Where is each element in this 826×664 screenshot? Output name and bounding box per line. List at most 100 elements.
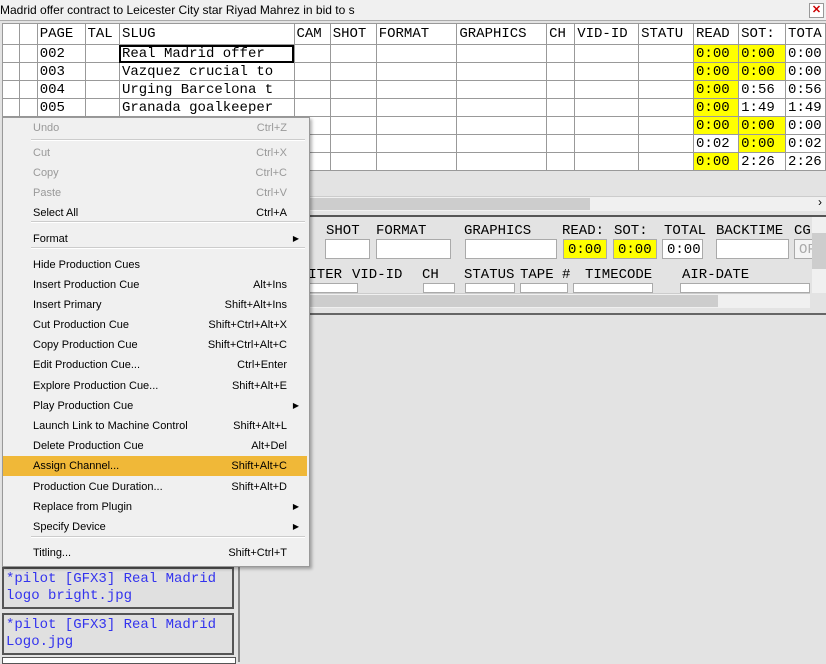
production-cue[interactable]: *pilot [GFX3] Real Madrid logo bright.jp…: [2, 567, 234, 609]
empty-cell[interactable]: [329, 44, 377, 63]
menu-item-launch-link-to-machine-control[interactable]: Launch Link to Machine Control Shift+Alt+…: [3, 416, 307, 436]
column-header[interactable]: READ: [693, 23, 740, 45]
empty-cell[interactable]: [638, 152, 695, 171]
empty-cell[interactable]: [546, 44, 576, 63]
page-cell[interactable]: 005: [36, 98, 86, 117]
read-cell[interactable]: 0:00: [693, 152, 740, 171]
column-header[interactable]: SHOT: [329, 23, 377, 45]
empty-cell[interactable]: [456, 62, 548, 81]
empty-cell[interactable]: [456, 116, 548, 135]
form-field[interactable]: [465, 239, 557, 259]
column-header[interactable]: GRAPHICS: [456, 23, 548, 45]
empty-cell[interactable]: [546, 62, 576, 81]
total-cell[interactable]: 0:00: [785, 116, 826, 135]
empty-cell[interactable]: [456, 98, 548, 117]
form-field[interactable]: [325, 239, 370, 259]
empty-cell[interactable]: [329, 62, 377, 81]
table-row[interactable]: 003 Vazquez crucial to 0:00 0:00 0:00: [1, 62, 826, 81]
empty-cell[interactable]: [329, 80, 377, 99]
empty-cell[interactable]: [638, 134, 695, 153]
menu-item-play-production-cue[interactable]: Play Production Cue ▶: [3, 396, 307, 416]
empty-cell[interactable]: [375, 44, 458, 63]
column-header[interactable]: VID-ID: [574, 23, 640, 45]
column-header[interactable]: SLUG: [118, 23, 295, 45]
read-cell[interactable]: 0:00: [693, 116, 740, 135]
menu-item-select-all[interactable]: Select All Ctrl+A: [3, 203, 307, 223]
menu-item-copy-production-cue[interactable]: Copy Production Cue Shift+Ctrl+Alt+C: [3, 335, 307, 355]
horizontal-scrollbar[interactable]: ›: [240, 195, 826, 211]
total-cell[interactable]: 2:26: [785, 152, 826, 171]
menu-item-format[interactable]: Format ▶: [3, 229, 307, 249]
empty-cell[interactable]: [329, 152, 377, 171]
sot-cell[interactable]: 0:56: [738, 80, 787, 99]
empty-cell[interactable]: [375, 116, 458, 135]
row-selector[interactable]: [1, 80, 21, 99]
form-field[interactable]: [423, 283, 455, 293]
menu-item-insert-primary[interactable]: Insert Primary Shift+Alt+Ins: [3, 295, 307, 315]
column-header[interactable]: CAM: [293, 23, 331, 45]
total-cell[interactable]: 0:02: [785, 134, 826, 153]
empty-cell[interactable]: [546, 98, 576, 117]
read-cell[interactable]: 0:00: [693, 80, 740, 99]
form-field[interactable]: [680, 283, 810, 293]
empty-cell[interactable]: [329, 134, 377, 153]
empty-cell[interactable]: [546, 116, 576, 135]
empty-cell[interactable]: [638, 44, 695, 63]
total-cell[interactable]: 0:00: [785, 62, 826, 81]
tal-cell[interactable]: [84, 44, 120, 63]
column-header[interactable]: FORMAT: [375, 23, 458, 45]
form-field[interactable]: [302, 283, 358, 293]
sot-cell[interactable]: 0:00: [738, 116, 787, 135]
menu-item-hide-production-cues[interactable]: Hide Production Cues: [3, 255, 307, 275]
tal-cell[interactable]: [84, 80, 120, 99]
table-row[interactable]: 005 Granada goalkeeper 0:00 1:49 1:49: [1, 98, 826, 117]
menu-item-edit-production-cue[interactable]: Edit Production Cue... Ctrl+Enter: [3, 355, 307, 375]
empty-cell[interactable]: [456, 134, 548, 153]
page-cell[interactable]: 004: [36, 80, 86, 99]
horizontal-scrollbar[interactable]: [240, 293, 810, 308]
form-field[interactable]: [520, 283, 568, 293]
empty-cell[interactable]: [456, 80, 548, 99]
empty-cell[interactable]: [546, 152, 576, 171]
sot-cell[interactable]: 0:00: [738, 134, 787, 153]
form-field[interactable]: 0:00: [563, 239, 607, 259]
read-cell[interactable]: 0:00: [693, 44, 740, 63]
tal-cell[interactable]: [84, 98, 120, 117]
empty-cell[interactable]: [293, 98, 331, 117]
empty-cell[interactable]: [329, 98, 377, 117]
empty-cell[interactable]: [574, 80, 640, 99]
empty-cell[interactable]: [456, 152, 548, 171]
table-row[interactable]: 004 Urging Barcelona t 0:00 0:56 0:56: [1, 80, 826, 99]
total-cell[interactable]: 0:00: [785, 44, 826, 63]
column-header[interactable]: TOTA: [785, 23, 826, 45]
tal-cell[interactable]: [84, 62, 120, 81]
column-header[interactable]: [19, 23, 38, 45]
column-header[interactable]: TAL: [84, 23, 120, 45]
production-cue[interactable]: *pilot [GFX3] Real Madrid Logo.jpg: [2, 613, 234, 655]
menu-item-specify-device[interactable]: Specify Device ▶: [3, 517, 307, 537]
empty-cell[interactable]: [375, 80, 458, 99]
menu-item-undo[interactable]: Undo Ctrl+Z: [3, 118, 307, 138]
page-cell[interactable]: 003: [36, 62, 86, 81]
menu-item-delete-production-cue[interactable]: Delete Production Cue Alt+Del: [3, 436, 307, 456]
read-cell[interactable]: 0:00: [693, 62, 740, 81]
menu-item-replace-from-plugin[interactable]: Replace from Plugin ▶: [3, 497, 307, 517]
empty-cell[interactable]: [546, 134, 576, 153]
column-header[interactable]: CH: [546, 23, 576, 45]
row-selector[interactable]: [1, 62, 21, 81]
slug-cell[interactable]: Vazquez crucial to: [118, 62, 295, 81]
form-field[interactable]: 0:00: [613, 239, 657, 259]
vertical-scrollbar[interactable]: [812, 217, 826, 293]
empty-cell[interactable]: [546, 80, 576, 99]
menu-item-cut-production-cue[interactable]: Cut Production Cue Shift+Ctrl+Alt+X: [3, 315, 307, 335]
empty-cell[interactable]: [638, 80, 695, 99]
menu-item-assign-channel[interactable]: Assign Channel... Shift+Alt+C: [3, 456, 307, 476]
empty-cell[interactable]: [375, 152, 458, 171]
empty-cell[interactable]: [574, 116, 640, 135]
page-cell[interactable]: 002: [36, 44, 86, 63]
sot-cell[interactable]: 0:00: [738, 44, 787, 63]
empty-cell[interactable]: [375, 62, 458, 81]
empty-cell[interactable]: [574, 98, 640, 117]
form-field[interactable]: [573, 283, 653, 293]
menu-item-titling[interactable]: Titling... Shift+Ctrl+T: [3, 543, 307, 563]
